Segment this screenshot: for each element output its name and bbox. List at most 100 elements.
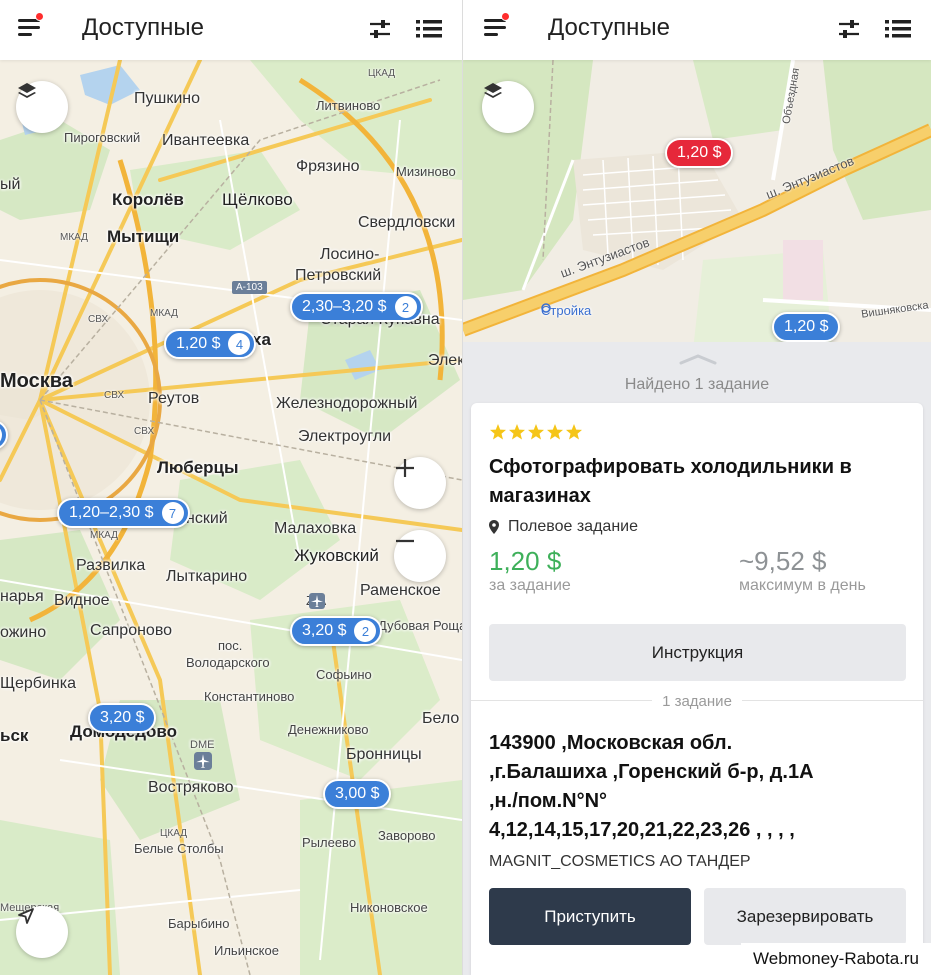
place-label: Железнодорожный <box>276 395 418 412</box>
task-cluster-pin[interactable]: 2,30–3,20 $2 <box>290 292 423 322</box>
filter-icon[interactable] <box>368 17 392 41</box>
location-pin-icon <box>489 520 499 534</box>
place-label: Видное <box>54 592 110 609</box>
minus-icon <box>396 539 414 543</box>
map-view[interactable]: Пушкино Литвиново Пироговский Ивантеевка… <box>0 60 462 975</box>
place-label: Бело <box>422 710 460 727</box>
place-label: Люберцы <box>157 458 239 477</box>
notification-dot <box>35 12 44 21</box>
list-view-icon[interactable] <box>416 17 442 41</box>
road-label: СВХ <box>104 390 125 401</box>
place-label: Жуковский <box>294 546 379 565</box>
list-view-icon[interactable] <box>885 17 911 41</box>
road-label: МКАД <box>60 232 88 243</box>
top-bar: Доступные <box>0 0 462 60</box>
page-title: Доступные <box>548 14 670 41</box>
place-label: Белые Столбы <box>134 841 224 856</box>
road-label: СВХ <box>134 426 155 437</box>
place-label: Свердловски <box>358 214 456 231</box>
place-label: Бронницы <box>346 746 422 763</box>
place-label: Королёв <box>112 190 184 209</box>
airport-dme: DME <box>190 739 215 751</box>
navigation-arrow-icon <box>18 908 34 924</box>
menu-icon[interactable] <box>484 12 510 42</box>
place-label: Фрязино <box>296 158 360 175</box>
task-price-caption: за задание <box>489 577 571 594</box>
task-address: 143900 ,Московская обл. ,г.Балашиха ,Гор… <box>489 732 814 841</box>
layers-button[interactable] <box>16 81 68 133</box>
task-cluster-pin[interactable]: 1,20–2,30 $7 <box>57 498 190 528</box>
place-label: Никоновское <box>350 900 428 915</box>
place-label: Ильинское <box>214 943 279 958</box>
place-label: Щёлково <box>222 190 293 209</box>
start-button[interactable]: Приступить <box>489 888 691 945</box>
menu-icon[interactable] <box>18 12 44 42</box>
place-label: Лыткарино <box>166 568 248 585</box>
place-label: Мытищи <box>107 227 180 246</box>
task-pin[interactable]: 1,20 $ <box>772 312 841 342</box>
rating-stars-icon <box>490 424 582 440</box>
place-label: Барыбино <box>168 916 230 931</box>
task-title: Сфотографировать холодильники в магазина… <box>489 456 852 507</box>
place-label: Востряково <box>148 779 234 796</box>
road-label: ЦКАД <box>160 828 187 839</box>
place-label: Денежниково <box>288 722 369 737</box>
poi-label: Стройка <box>541 303 592 318</box>
place-label: Константиново <box>204 689 295 704</box>
airport-icon <box>309 593 325 609</box>
place-label: Софьино <box>316 667 372 682</box>
left-screen: Доступные Пушкино Литвиново Пироговский … <box>0 0 462 975</box>
place-label: Дубовая Роща <box>378 618 462 633</box>
place-label: Мизиново <box>396 164 456 179</box>
daily-max-caption: максимум в день <box>739 577 866 594</box>
top-bar: Доступные <box>463 0 931 60</box>
filter-icon[interactable] <box>837 17 861 41</box>
place-label: Рылеево <box>302 835 357 850</box>
task-type: Полевое задание <box>489 518 638 536</box>
place-label: пос. <box>218 638 243 653</box>
layers-icon <box>484 83 502 98</box>
zoom-out-button[interactable] <box>394 530 446 582</box>
place-label: Электроугли <box>298 428 392 445</box>
place-label: Щербинка <box>0 675 76 692</box>
task-cluster-pin[interactable]: 1,20 $4 <box>164 329 257 359</box>
daily-max: ~9,52 $ <box>739 546 827 576</box>
instruction-button[interactable]: Инструкция <box>489 624 906 681</box>
chevron-up-icon[interactable] <box>679 353 717 365</box>
notification-dot <box>501 12 510 21</box>
map-view[interactable]: ш. Энтузиастов ш. Энтузиастов Объездная … <box>463 60 931 350</box>
bus-stop-icon <box>541 303 551 313</box>
task-pin[interactable]: 3,00 $ <box>323 779 392 809</box>
airport-icon <box>194 752 212 770</box>
zoom-in-button[interactable] <box>394 457 446 509</box>
place-label: Раменское <box>360 582 441 599</box>
found-count-label: Найдено 1 задание <box>624 376 770 393</box>
place-label: Ивантеевка <box>162 132 250 149</box>
place-label: Пушкино <box>134 90 201 107</box>
road-label: ЦКАД <box>368 68 395 79</box>
place-label: ожино <box>0 624 47 641</box>
place-label: Элек <box>428 352 462 369</box>
road-label: МКАД <box>150 308 178 319</box>
task-cluster-pin[interactable]: 3,20 $2 <box>290 616 383 646</box>
place-label: ый <box>0 176 21 193</box>
my-location-button[interactable] <box>16 906 68 958</box>
place-label: нарья <box>0 588 44 605</box>
place-label: Заворово <box>378 828 436 843</box>
place-label: Петровский <box>295 267 382 284</box>
task-pin[interactable]: 3,20 $ <box>88 703 157 733</box>
road-label: СВХ <box>88 314 109 325</box>
task-card[interactable]: Сфотографировать холодильники в магазина… <box>471 403 923 975</box>
reserve-button[interactable]: Зарезервировать <box>704 888 906 945</box>
place-label: нский <box>186 510 228 527</box>
place-label: Малаховка <box>274 520 357 537</box>
place-label: Литвиново <box>316 98 381 113</box>
road-shield: А-103 <box>232 281 267 294</box>
company-name: MAGNIT_COSMETICS АО ТАНДЕР <box>489 853 751 870</box>
place-label: ьск <box>0 726 29 745</box>
road-label: МКАД <box>90 530 118 541</box>
task-pin-selected[interactable]: 1,20 $ <box>665 138 734 168</box>
place-label: Пироговский <box>64 130 141 145</box>
layers-button[interactable] <box>482 81 534 133</box>
place-label: Лосино- <box>320 246 380 263</box>
